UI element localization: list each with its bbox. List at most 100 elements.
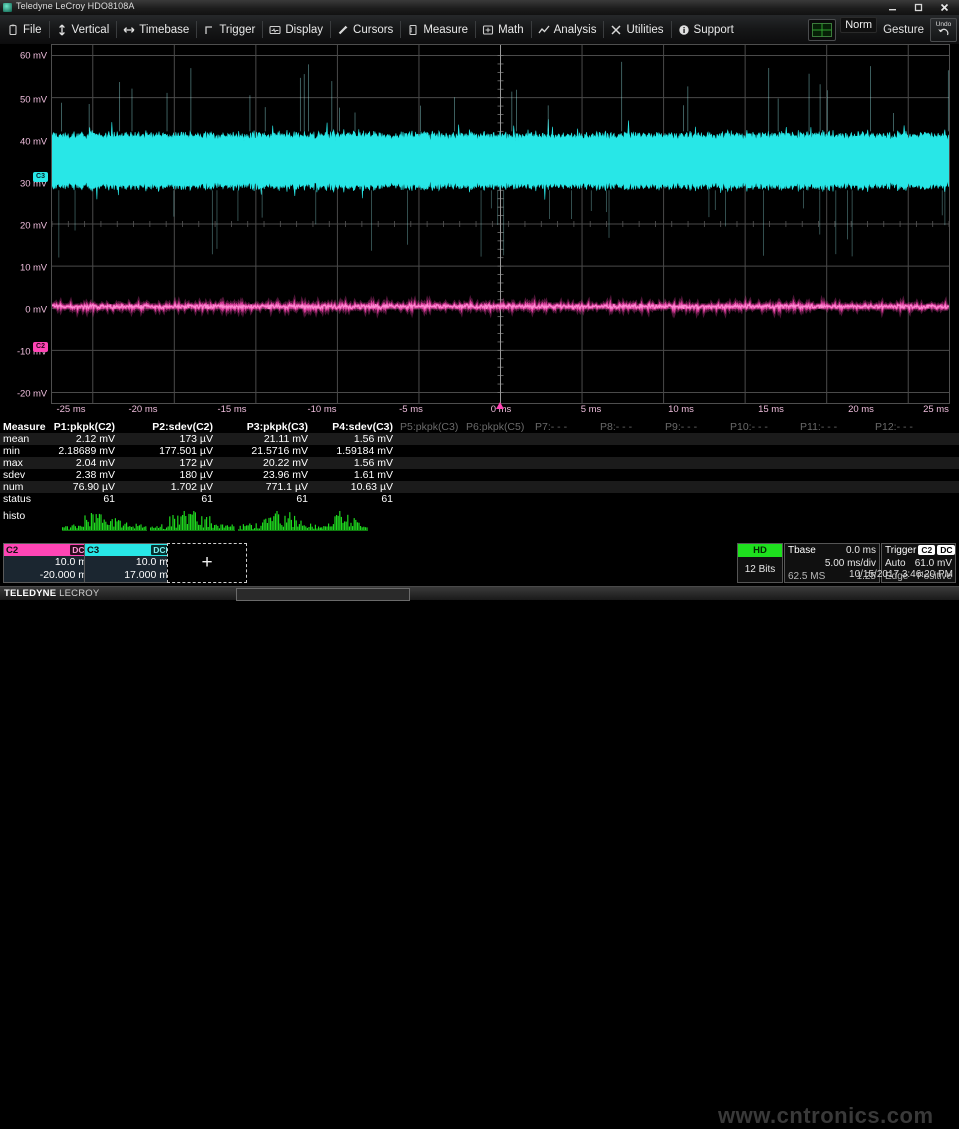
window-titlebar: Teledyne LeCroy HDO8108A: [0, 0, 959, 16]
menu-cursors[interactable]: Cursors: [330, 15, 400, 44]
channel-marker-c2[interactable]: C2: [33, 342, 48, 352]
menu-measure-label: Measure: [423, 24, 468, 36]
menu-file[interactable]: File: [0, 15, 49, 44]
measure-cell-p3-header[interactable]: P3:pkpk(C3): [247, 421, 308, 433]
histogram-p2: [150, 511, 235, 531]
measure-cell-p2-min: 177.501 µV: [159, 445, 213, 457]
cursor-icon: [337, 24, 349, 36]
menubar-right-controls: Norm Gesture Undo: [808, 15, 957, 44]
waveform-display[interactable]: 60 mV 50 mV 40 mV 30 mV 20 mV 10 mV 0 mV…: [0, 44, 959, 419]
menu-vertical-label: Vertical: [72, 24, 110, 36]
taskbar-tray[interactable]: [236, 588, 410, 601]
menu-analysis[interactable]: Analysis: [531, 15, 604, 44]
trigger-slope-icon: [203, 24, 215, 36]
measure-cell-p8-header[interactable]: P8:- - -: [600, 421, 632, 433]
measure-cell-p4-mean: 1.56 mV: [354, 433, 393, 445]
measure-cell-p3-mean: 21.11 mV: [264, 433, 308, 445]
measure-cell-p4-header[interactable]: P4:sdev(C3): [332, 421, 393, 433]
measure-cell-p2-max: 172 µV: [180, 457, 214, 469]
x-tick-20: 20 ms: [848, 404, 874, 415]
measure-cell-p7-header[interactable]: P7:- - -: [535, 421, 567, 433]
measure-cell-p5-header[interactable]: P5:pkpk(C3): [400, 421, 458, 433]
y-axis: 60 mV 50 mV 40 mV 30 mV 20 mV 10 mV 0 mV…: [0, 44, 50, 404]
restore-icon[interactable]: [905, 1, 931, 14]
menu-vertical[interactable]: Vertical: [49, 15, 117, 44]
measure-cell-p1-header[interactable]: P1:pkpk(C2): [54, 421, 115, 433]
measure-row-min[interactable]: min2.18689 mV177.501 µV21.5716 mV1.59184…: [0, 445, 959, 457]
menu-trigger[interactable]: Trigger: [196, 15, 262, 44]
measure-row-max[interactable]: max2.04 mV172 µV20.22 mV1.56 mV: [0, 457, 959, 469]
trigger-coupling-badge[interactable]: DC: [937, 545, 955, 555]
undo-button[interactable]: Undo: [930, 18, 957, 42]
trigger-position-marker[interactable]: [496, 402, 504, 409]
menu-support-label: Support: [694, 24, 734, 36]
trigger-mode-badge[interactable]: Norm: [840, 17, 877, 33]
measure-row-sdev[interactable]: sdev2.38 mV180 µV23.96 mV1.61 mV: [0, 469, 959, 481]
measure-row-num[interactable]: num76.90 µV1.702 µV771.1 µV10.63 µV: [0, 481, 959, 493]
measure-cell-p1-status: 61: [103, 493, 115, 505]
measure-cell-p2-sdev: 180 µV: [180, 469, 214, 481]
channel-descriptor-c3[interactable]: C3 DCIM 10.0 mV 17.000 mV: [84, 543, 180, 583]
x-tick-m15: -15 ms: [217, 404, 246, 415]
menu-timebase[interactable]: Timebase: [116, 15, 196, 44]
hd-mode-indicator[interactable]: HD 12 Bits: [737, 543, 783, 583]
menu-measure[interactable]: Measure: [400, 15, 475, 44]
menu-utilities-label: Utilities: [626, 24, 663, 36]
measure-row-status[interactable]: status61616161: [0, 493, 959, 505]
tbase-delay: 0.0 ms: [846, 544, 876, 557]
grid-layout-icon[interactable]: [808, 19, 836, 41]
measure-row-mean[interactable]: mean2.12 mV173 µV21.11 mV1.56 mV: [0, 433, 959, 445]
y-tick-10: 10 mV: [20, 263, 47, 274]
measure-cell-p6-header[interactable]: P6:pkpk(C5): [466, 421, 524, 433]
measure-cell-p11-header[interactable]: P11:- - -: [800, 421, 837, 433]
brand-light: LECROY: [59, 588, 99, 599]
trigger-source-badge[interactable]: C2: [918, 545, 935, 555]
graticule[interactable]: [51, 44, 950, 404]
window-controls: [879, 0, 957, 15]
measure-cell-p1-num: 76.90 µV: [73, 481, 115, 493]
x-axis: -25 ms -20 ms -15 ms -10 ms -5 ms 0 ms 5…: [0, 404, 959, 419]
display-monitor-icon: [269, 24, 281, 36]
measure-cell-p1-sdev: 2.38 mV: [76, 469, 115, 481]
measure-cell-p2-status: 61: [201, 493, 213, 505]
measure-cell-p4-min: 1.59184 mV: [336, 445, 393, 457]
x-tick-5: 5 ms: [581, 404, 602, 415]
bits-label: 12 Bits: [738, 557, 782, 583]
measure-cell-p3-max: 20.22 mV: [263, 457, 308, 469]
menu-support[interactable]: Support: [671, 15, 741, 44]
waveform-canvas: [52, 45, 949, 403]
measurement-table[interactable]: MeasureP1:pkpk(C2)P2:sdev(C2)P3:pkpk(C3)…: [0, 421, 959, 539]
minimize-icon[interactable]: [879, 1, 905, 14]
menu-display[interactable]: Display: [262, 15, 330, 44]
measure-cell-p2-header[interactable]: P2:sdev(C2): [152, 421, 213, 433]
brand-bold: TELEDYNE: [4, 588, 56, 599]
x-tick-m5: -5 ms: [399, 404, 423, 415]
measure-cell-p1-max: 2.04 mV: [76, 457, 115, 469]
math-icon: [482, 24, 494, 36]
menu-display-label: Display: [285, 24, 323, 36]
measure-row-histo[interactable]: histo: [0, 509, 959, 537]
menu-utilities[interactable]: Utilities: [603, 15, 670, 44]
app-logo-icon: [3, 3, 12, 12]
taskbar: TELEDYNE LECROY: [0, 586, 959, 600]
x-tick-25: 25 ms: [923, 404, 949, 415]
measure-row-label: min: [3, 445, 20, 457]
channel-marker-c3[interactable]: C3: [33, 172, 48, 182]
add-channel-button[interactable]: +: [167, 543, 247, 583]
channel-c3-scale: 10.0 mV: [85, 556, 179, 569]
gesture-button[interactable]: Gesture: [881, 24, 926, 36]
measure-cell-p9-header[interactable]: P9:- - -: [665, 421, 697, 433]
main-menubar: File Vertical Timebase Trigger Display: [0, 15, 959, 45]
x-tick-m10: -10 ms: [307, 404, 336, 415]
measure-cell-p12-header[interactable]: P12:- - -: [875, 421, 913, 433]
menu-timebase-label: Timebase: [139, 24, 189, 36]
close-icon[interactable]: [931, 1, 957, 14]
measure-cell-p10-header[interactable]: P10:- - -: [730, 421, 768, 433]
utilities-tools-icon: [610, 24, 622, 36]
y-tick-60: 60 mV: [20, 51, 47, 62]
menu-math[interactable]: Math: [475, 15, 531, 44]
analysis-chart-icon: [538, 24, 550, 36]
measure-cell-p2-num: 1.702 µV: [171, 481, 213, 493]
measure-row-label: max: [3, 457, 23, 469]
measure-header-row[interactable]: MeasureP1:pkpk(C2)P2:sdev(C2)P3:pkpk(C3)…: [0, 421, 959, 433]
